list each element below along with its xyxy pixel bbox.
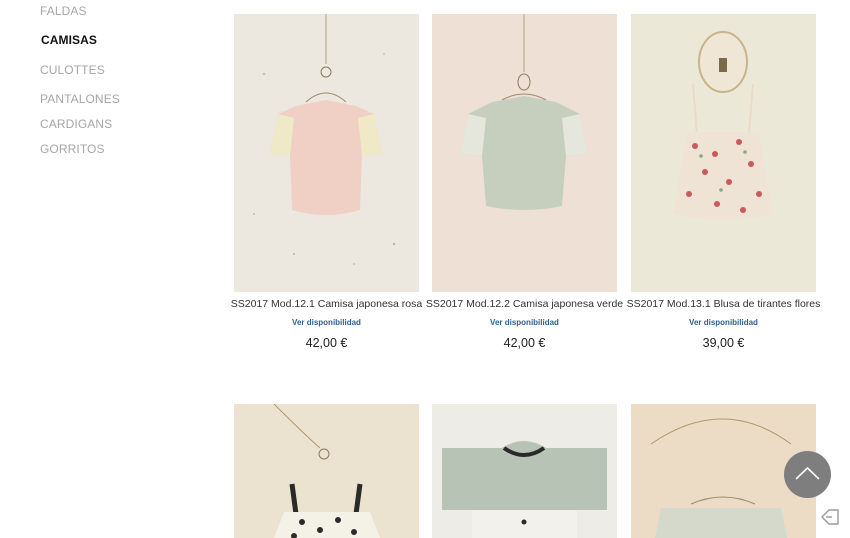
product-title[interactable]: SS2017 Mod.13.1 Blusa de tirantes flores [621,298,826,310]
product-price: 42,00 € [503,336,546,350]
product-title[interactable]: SS2017 Mod.12.1 Camisa japonesa rosa [224,298,429,310]
product-image[interactable] [234,404,419,538]
tag-icon[interactable] [820,508,840,526]
product-image[interactable] [432,14,617,292]
product-card[interactable]: SS2017 Mod.12.1 Camisa japonesa rosa Ver… [231,14,422,359]
chevron-up-icon [795,466,820,480]
product-image[interactable] [631,14,816,292]
scroll-to-top-button[interactable] [784,451,831,498]
product-image[interactable] [432,404,617,538]
availability-link[interactable]: Ver disponibilidad [631,318,816,327]
product-image[interactable] [234,14,419,292]
product-card[interactable]: SS2017 Mod.13.1 Blusa de tirantes flores… [627,14,820,359]
product-price: 39,00 € [702,336,745,350]
availability-link[interactable]: Ver disponibilidad [432,318,617,327]
category-faldas[interactable]: FALDAS [40,4,87,18]
availability-link[interactable]: Ver disponibilidad [234,318,419,327]
product-title[interactable]: SS2017 Mod.12.2 Camisa japonesa verde [422,298,627,310]
product-price: 42,00 € [305,336,348,350]
category-pantalones[interactable]: PANTALONES [40,92,120,106]
product-card[interactable]: SS2017 Mod.12.2 Camisa japonesa verde Ve… [426,14,623,359]
category-culottes[interactable]: CULOTTES [40,63,105,77]
category-gorritos[interactable]: GORRITOS [40,142,105,156]
category-camisas[interactable]: CAMISAS [41,33,97,47]
category-cardigans[interactable]: CARDIGANS [40,117,112,131]
category-sidebar: FALDAS CAMISAS CULOTTES PANTALONES CARDI… [0,0,200,538]
